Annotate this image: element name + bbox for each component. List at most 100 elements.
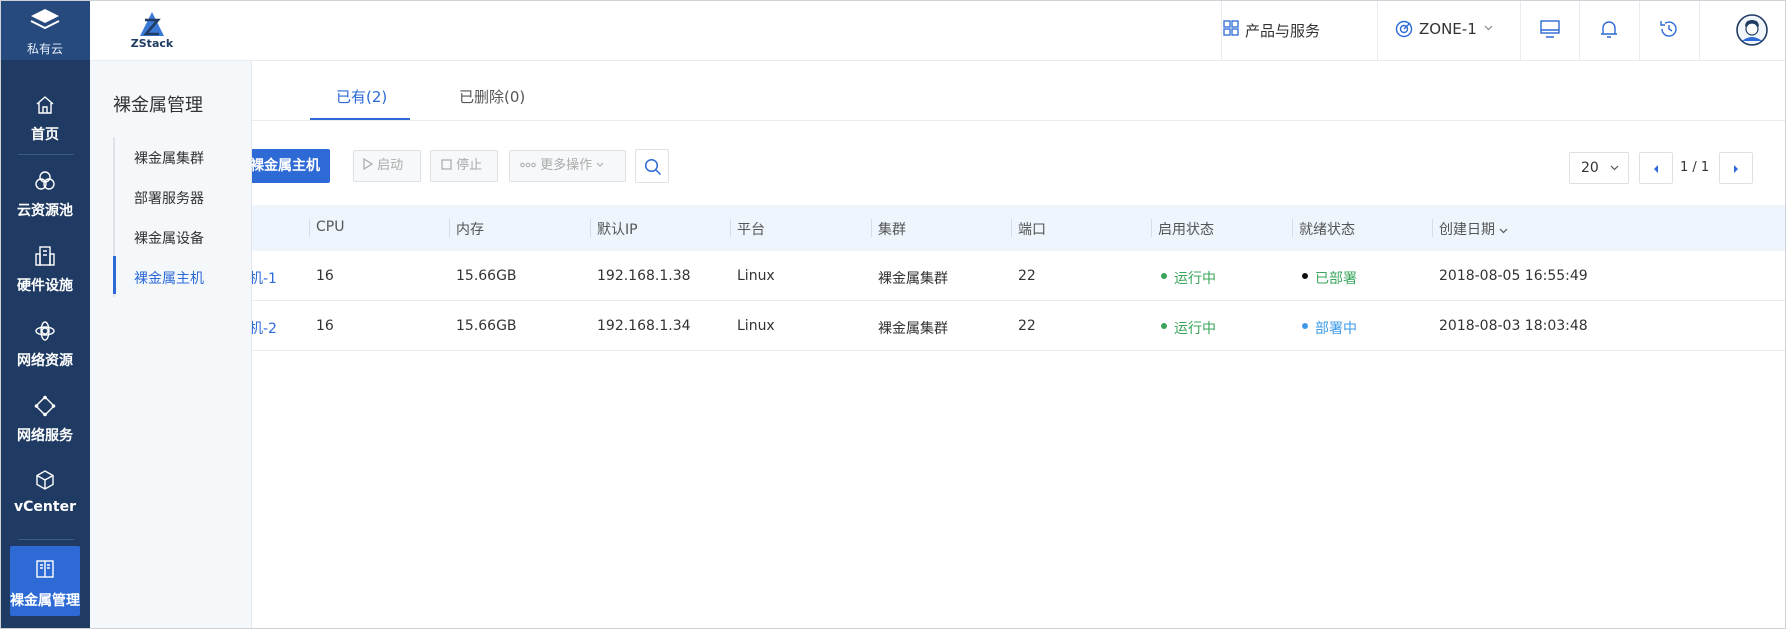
stop-button[interactable]: 停止 — [430, 150, 498, 182]
column-header-cpu[interactable]: CPU — [316, 219, 344, 235]
baremetal-icon — [36, 560, 54, 578]
column-header-created[interactable]: 创建日期 — [1439, 219, 1508, 239]
cell-default-ip: 192.168.1.34 — [597, 318, 691, 334]
resource-pool-icon — [35, 171, 55, 190]
top-header: ZStack 产品与服务 ZONE-1 — [90, 0, 1786, 61]
nav-item-label: 云资源池 — [17, 203, 73, 219]
cell-platform: Linux — [737, 318, 775, 334]
chevron-down-icon — [596, 162, 604, 167]
column-header-ready-state[interactable]: 就绪状态 — [1299, 219, 1355, 239]
column-divider — [1011, 219, 1012, 237]
nav-item-vcenter[interactable]: vCenter — [0, 455, 90, 527]
submenu-title: 裸金属管理 — [113, 95, 203, 116]
column-divider — [309, 219, 310, 237]
page-size-value: 20 — [1581, 160, 1599, 176]
history-icon[interactable] — [1658, 18, 1680, 40]
tab-bar: 已有(2) 已删除(0) — [252, 61, 1786, 121]
tab-deleted[interactable]: 已删除(0) — [459, 86, 525, 107]
network-resource-icon — [35, 321, 55, 341]
nav-brand-label: 私有云 — [26, 42, 63, 56]
nav-item-label: 硬件设施 — [17, 278, 73, 294]
cell-created: 2018-08-03 18:03:48 — [1439, 318, 1588, 334]
submenu-item-device[interactable]: 裸金属设备 — [134, 228, 204, 248]
tab-active-underline — [310, 118, 410, 120]
submenu-item-host[interactable]: 裸金属主机 — [134, 268, 204, 288]
user-avatar[interactable] — [1736, 14, 1768, 46]
search-icon — [644, 158, 662, 176]
nav-item-label: 网络服务 — [17, 428, 73, 444]
cell-default-ip: 192.168.1.38 — [597, 268, 691, 284]
start-label: 启动 — [377, 158, 404, 173]
secondary-menu: 裸金属管理 裸金属集群 部署服务器 裸金属设备 裸金属主机 — [90, 61, 252, 629]
sort-down-icon — [1500, 228, 1508, 234]
status-dot-deployed — [1302, 273, 1308, 279]
start-button[interactable]: 启动 — [353, 150, 421, 182]
column-header-memory[interactable]: 内存 — [456, 219, 484, 239]
caret-right-icon — [1734, 165, 1738, 173]
cell-port: 22 — [1018, 268, 1036, 284]
column-divider — [449, 219, 450, 237]
page-size-select[interactable]: 20 — [1569, 152, 1629, 184]
host-name-link[interactable]: 主机-2 — [252, 318, 277, 338]
header-divider — [1579, 0, 1580, 61]
create-host-button[interactable]: 裸金属主机 — [252, 149, 330, 183]
column-header-port[interactable]: 端口 — [1018, 219, 1046, 239]
submenu-item-cluster[interactable]: 裸金属集群 — [134, 148, 204, 168]
layers-icon — [30, 9, 60, 30]
nav-item-label: vCenter — [14, 499, 76, 515]
column-header-cluster[interactable]: 集群 — [878, 219, 906, 239]
table-row[interactable]: 主机-2 16 15.66GB 192.168.1.34 Linux 裸金属集群… — [252, 301, 1786, 351]
cell-created: 2018-08-05 16:55:49 — [1439, 268, 1588, 284]
search-button[interactable] — [635, 149, 669, 183]
nav-item-network-service[interactable]: 网络服务 — [0, 381, 90, 453]
header-divider — [1520, 0, 1521, 61]
more-dots-icon — [520, 162, 536, 168]
status-dot-running — [1161, 273, 1167, 279]
column-divider — [1432, 219, 1433, 237]
nav-brand[interactable]: 私有云 — [0, 0, 90, 60]
stop-label: 停止 — [456, 158, 483, 173]
vcenter-icon — [36, 470, 54, 490]
zone-selector[interactable]: ZONE-1 — [1395, 20, 1493, 38]
products-services-menu[interactable]: 产品与服务 — [1223, 20, 1321, 41]
nav-item-home[interactable]: 首页 — [0, 80, 90, 152]
submenu-item-deploy-server[interactable]: 部署服务器 — [134, 188, 204, 208]
column-divider — [590, 219, 591, 237]
cell-memory: 15.66GB — [456, 318, 517, 334]
cell-ready-state: 部署中 — [1315, 321, 1357, 337]
header-divider — [1377, 0, 1378, 61]
cell-enable-state: 运行中 — [1174, 321, 1216, 337]
cell-ready-state: 已部署 — [1315, 271, 1357, 287]
column-header-platform[interactable]: 平台 — [737, 219, 765, 239]
table-row[interactable]: 主机-1 16 15.66GB 192.168.1.38 Linux 裸金属集群… — [252, 251, 1786, 301]
nav-item-resource-pool[interactable]: 云资源池 — [0, 156, 90, 228]
prev-page-button[interactable] — [1639, 152, 1673, 184]
submenu-active-marker — [113, 256, 116, 294]
grid-icon — [1223, 20, 1239, 36]
monitor-icon[interactable] — [1539, 18, 1561, 40]
column-header-enable-state[interactable]: 启用状态 — [1158, 219, 1214, 239]
nav-item-hardware[interactable]: 硬件设施 — [0, 231, 90, 303]
cell-cluster: 裸金属集群 — [878, 321, 948, 337]
page-indicator: 1 / 1 — [1680, 160, 1710, 175]
column-header-created-label: 创建日期 — [1439, 222, 1495, 238]
column-header-default-ip[interactable]: 默认IP — [597, 219, 638, 239]
cell-memory: 15.66GB — [456, 268, 517, 284]
next-page-button[interactable] — [1719, 152, 1753, 184]
tab-existing[interactable]: 已有(2) — [336, 86, 387, 107]
chevron-down-icon — [1484, 25, 1493, 31]
home-icon — [36, 96, 54, 114]
more-actions-button[interactable]: 更多操作 — [509, 150, 626, 182]
column-divider — [1292, 219, 1293, 237]
status-dot-deploying — [1302, 323, 1308, 329]
header-divider — [1639, 0, 1640, 61]
products-services-label: 产品与服务 — [1245, 22, 1321, 40]
nav-divider — [18, 539, 74, 540]
bell-icon[interactable] — [1598, 18, 1620, 40]
cell-platform: Linux — [737, 268, 775, 284]
nav-item-network-resource[interactable]: 网络资源 — [0, 306, 90, 378]
column-divider — [871, 219, 872, 237]
host-name-link[interactable]: 主机-1 — [252, 268, 277, 288]
nav-item-baremetal[interactable]: 裸金属管理 — [10, 546, 80, 616]
nav-divider — [18, 154, 74, 155]
